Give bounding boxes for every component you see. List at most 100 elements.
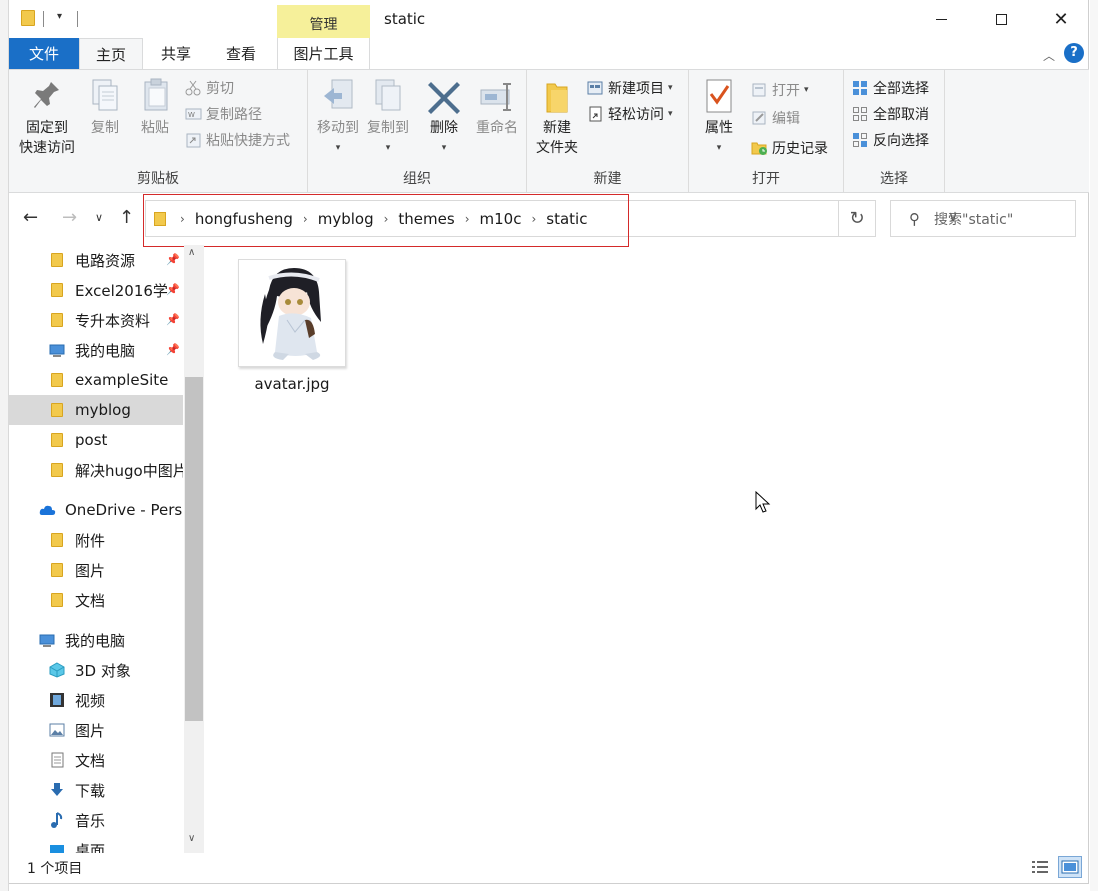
help-icon[interactable]: ? — [1064, 43, 1084, 63]
tab-file[interactable]: 文件 — [9, 38, 79, 69]
history-button[interactable]: 历史记录 — [751, 136, 828, 160]
nav-item-selected[interactable]: myblog — [9, 395, 183, 425]
file-list-area[interactable]: avatar.jpg — [204, 245, 1089, 853]
breadcrumb-item[interactable]: hongfusheng — [195, 210, 293, 228]
qat-dropdown-icon[interactable]: ▾ — [57, 11, 62, 22]
copy-path-button[interactable]: W 复制路径 — [185, 102, 262, 126]
paste-shortcut-button[interactable]: 粘贴快捷方式 — [185, 128, 290, 152]
new-folder-button[interactable]: 新建 文件夹 — [533, 76, 581, 158]
copy-to-label: 复制到 — [367, 120, 409, 136]
up-arrow-icon[interactable]: ↑ — [119, 207, 134, 228]
move-to-button[interactable]: 移动到 ▾ — [314, 76, 362, 158]
maximize-button[interactable] — [971, 0, 1031, 38]
tab-share[interactable]: 共享 — [145, 38, 207, 69]
select-all-button[interactable]: 全部选择 — [852, 76, 929, 100]
scroll-down-icon[interactable]: ∨ — [188, 833, 195, 844]
nav-item[interactable]: 专升本资料 — [9, 305, 183, 335]
paste-button[interactable]: 粘贴 — [135, 76, 175, 138]
scissors-icon — [185, 80, 202, 96]
new-item-button[interactable]: 新建项目 ▾ — [587, 76, 673, 100]
nav-item[interactable]: 下载 — [9, 775, 183, 805]
details-view-icon[interactable] — [1031, 859, 1049, 875]
breadcrumb-item[interactable]: myblog — [318, 210, 374, 228]
nav-item-label: 电路资源 — [75, 251, 136, 270]
close-button[interactable]: ✕ — [1031, 0, 1091, 38]
nav-item[interactable]: 图片 — [9, 715, 183, 745]
chevron-right-icon[interactable]: › — [180, 212, 185, 226]
image-thumbnail — [238, 259, 346, 367]
chevron-right-icon[interactable]: › — [303, 212, 308, 226]
nav-item-label: post — [75, 431, 108, 449]
nav-item[interactable]: exampleSite — [9, 365, 183, 395]
nav-item[interactable]: Excel2016学 — [9, 275, 183, 305]
folder-icon — [49, 562, 65, 578]
select-none-button[interactable]: 全部取消 — [852, 102, 929, 126]
tab-manage[interactable]: 管理 — [277, 5, 370, 38]
nav-item-label: Excel2016学 — [75, 281, 168, 300]
nav-item[interactable]: 桌面 — [9, 835, 183, 853]
nav-item-this-pc[interactable]: 我的电脑 — [9, 625, 183, 655]
chevron-right-icon[interactable]: › — [384, 212, 389, 226]
folder-icon — [49, 282, 65, 298]
nav-item[interactable]: 附件 — [9, 525, 183, 555]
ribbon: 固定到 快速访问 复制 粘贴 剪切 W 复制路径 粘贴快捷方式 剪贴板 移动到 … — [9, 69, 1089, 193]
cut-button[interactable]: 剪切 — [185, 76, 234, 100]
open-button[interactable]: 打开 ▾ — [751, 78, 809, 102]
invert-selection-button[interactable]: 反向选择 — [852, 128, 929, 152]
nav-item[interactable]: 视频 — [9, 685, 183, 715]
delete-x-icon — [426, 76, 462, 116]
nav-item[interactable]: 文档 — [9, 745, 183, 775]
nav-pane-scrollbar[interactable]: ∧ ∨ — [184, 245, 204, 853]
nav-item[interactable]: 我的电脑 — [9, 335, 183, 365]
chevron-right-icon[interactable]: › — [531, 212, 536, 226]
pin-icon[interactable]: 📌 — [166, 253, 180, 266]
nav-item[interactable]: 音乐 — [9, 805, 183, 835]
scrollbar-thumb[interactable] — [185, 377, 203, 721]
copy-button[interactable]: 复制 — [85, 76, 125, 138]
scroll-up-icon[interactable]: ∧ — [188, 247, 195, 258]
nav-item-label: 视频 — [75, 691, 106, 710]
properties-icon — [701, 76, 737, 116]
nav-item-onedrive[interactable]: OneDrive - Perso — [9, 495, 183, 525]
breadcrumb-item[interactable]: m10c — [480, 210, 522, 228]
nav-item[interactable]: 文档 — [9, 585, 183, 615]
pin-icon[interactable]: 📌 — [166, 313, 180, 326]
breadcrumb-item[interactable]: themes — [398, 210, 454, 228]
tab-picture-tools[interactable]: 图片工具 — [277, 38, 370, 69]
address-bar[interactable]: › hongfusheng › myblog › themes › m10c ›… — [145, 200, 958, 237]
pin-quick-access-button[interactable]: 固定到 快速访问 — [15, 76, 79, 158]
nav-item[interactable]: 图片 — [9, 555, 183, 585]
search-input[interactable]: ⚲ 搜索"static" — [890, 200, 1076, 237]
properties-button[interactable]: 属性 ▾ — [697, 76, 741, 158]
chevron-right-icon[interactable]: › — [465, 212, 470, 226]
pin-icon[interactable]: 📌 — [166, 283, 180, 296]
minimize-button[interactable] — [911, 0, 971, 38]
rename-button[interactable]: 重命名 — [472, 76, 522, 138]
delete-label: 删除 — [430, 120, 458, 136]
collapse-ribbon-icon[interactable]: ︿ — [1043, 47, 1055, 64]
nav-item[interactable]: 3D 对象 — [9, 655, 183, 685]
recent-locations-chevron-icon[interactable]: ∨ — [95, 211, 103, 224]
back-arrow-icon[interactable]: ← — [23, 207, 38, 228]
file-item[interactable]: avatar.jpg — [236, 259, 348, 393]
group-label-organize: 组织 — [403, 171, 431, 187]
delete-button[interactable]: 删除 ▾ — [424, 76, 464, 158]
copy-to-button[interactable]: 复制到 ▾ — [364, 76, 412, 158]
search-placeholder: 搜索"static" — [934, 211, 1014, 228]
nav-item[interactable]: post — [9, 425, 183, 455]
refresh-button[interactable]: ↻ — [839, 200, 876, 237]
tab-view[interactable]: 查看 — [209, 38, 273, 69]
nav-item[interactable]: 电路资源 — [9, 245, 183, 275]
breadcrumb: › hongfusheng › myblog › themes › m10c ›… — [154, 201, 587, 236]
forward-arrow-icon[interactable]: → — [62, 207, 77, 228]
maximize-icon — [995, 13, 1007, 25]
nav-item-label: exampleSite — [75, 371, 169, 389]
tab-home[interactable]: 主页 — [79, 38, 143, 70]
edit-button[interactable]: 编辑 — [751, 106, 800, 130]
large-icons-view-icon[interactable] — [1058, 856, 1082, 878]
nav-item[interactable]: 解决hugo中图片 — [9, 455, 183, 485]
nav-item-label: 解决hugo中图片 — [75, 461, 183, 480]
breadcrumb-item[interactable]: static — [546, 210, 587, 228]
easy-access-button[interactable]: 轻松访问 ▾ — [587, 102, 673, 126]
pin-icon[interactable]: 📌 — [166, 343, 180, 356]
